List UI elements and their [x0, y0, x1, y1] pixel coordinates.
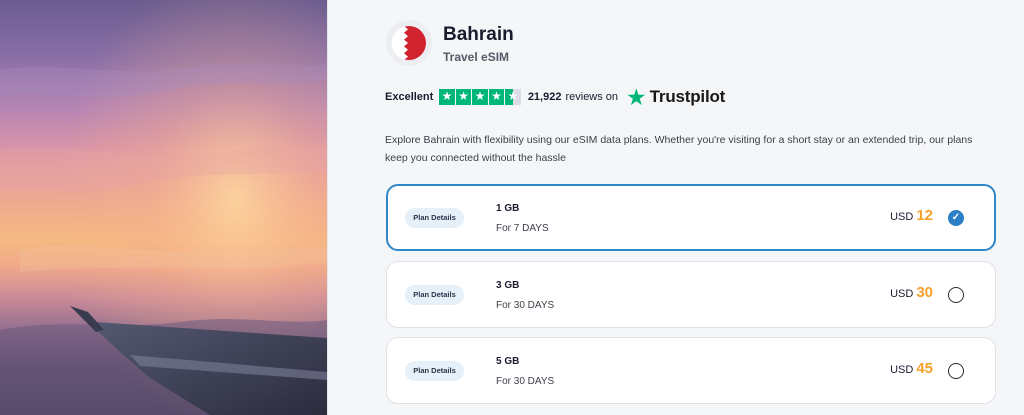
plan-duration: For 30 DAYS	[496, 300, 555, 311]
price-amount: 45	[916, 360, 933, 377]
plan-data-amount: 1 GB	[496, 203, 520, 214]
plan-details-button[interactable]: Plan Details	[405, 285, 464, 305]
star-icon: ★	[455, 89, 472, 105]
trustpilot-logo: Trustpilot	[649, 87, 726, 106]
price-currency: USD	[890, 364, 914, 376]
plan-card-1gb[interactable]: Plan Details 1 GB For 7 DAYS USD 12 ✓	[386, 184, 996, 251]
flag-badge	[386, 20, 432, 66]
plan-price: USD 12	[890, 207, 933, 224]
review-suffix: reviews on	[565, 91, 619, 103]
plan-details-button[interactable]: Plan Details	[405, 208, 464, 228]
plan-details-button[interactable]: Plan Details	[405, 361, 464, 381]
plan-duration: For 7 DAYS	[496, 223, 549, 234]
sunset-wing-illustration	[0, 0, 327, 415]
plan-card-5gb[interactable]: Plan Details 5 GB For 30 DAYS USD 45	[386, 337, 996, 404]
star-icon: ★	[472, 89, 488, 105]
half-star-icon: ★	[505, 89, 521, 105]
trustpilot-star-icon: ★	[626, 84, 647, 110]
rating-stars: ★ ★ ★ ★ ★	[439, 89, 521, 105]
radio-button[interactable]	[948, 363, 964, 379]
rating-label: Excellent	[385, 91, 434, 103]
page-title: Bahrain	[443, 24, 514, 45]
plan-price: USD 45	[890, 360, 933, 377]
price-amount: 12	[916, 207, 933, 224]
trustpilot-rating[interactable]: Excellent ★ ★ ★ ★ ★ 21,922 reviews on ★ …	[385, 84, 726, 110]
page-subtitle: Travel eSIM	[443, 50, 510, 64]
checkmark-selected-icon[interactable]: ✓	[948, 210, 964, 226]
plan-duration: For 30 DAYS	[496, 376, 555, 387]
plan-data-amount: 3 GB	[496, 280, 520, 291]
price-currency: USD	[890, 288, 914, 300]
bahrain-flag-icon	[392, 26, 426, 60]
plan-card-3gb[interactable]: Plan Details 3 GB For 30 DAYS USD 30	[386, 261, 996, 328]
plan-price: USD 30	[890, 284, 933, 301]
price-amount: 30	[916, 284, 933, 301]
price-currency: USD	[890, 211, 914, 223]
radio-button[interactable]	[948, 287, 964, 303]
plan-description: Explore Bahrain with flexibility using o…	[385, 134, 973, 164]
hero-image	[0, 0, 327, 415]
panel-divider	[327, 0, 328, 415]
plan-data-amount: 5 GB	[496, 356, 520, 367]
review-count: 21,922	[527, 91, 562, 103]
star-icon: ★	[488, 89, 505, 105]
star-icon: ★	[439, 89, 455, 105]
